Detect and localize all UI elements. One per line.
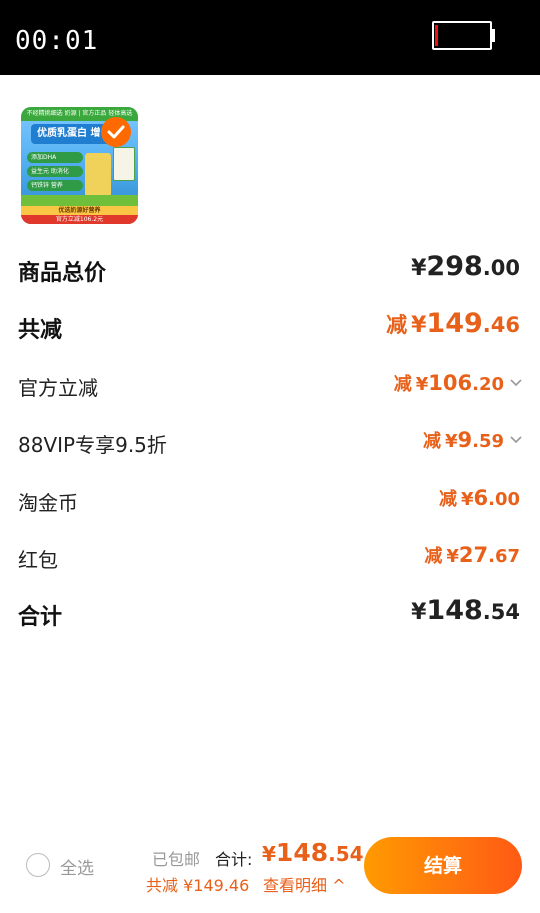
select-all-radio[interactable] [26, 853, 50, 877]
amount-integer: 106 [428, 371, 473, 395]
clock: 00:01 [15, 26, 99, 56]
amount-integer: 149 [426, 308, 483, 339]
amount-integer: 27 [458, 543, 489, 567]
amount-decimal: .00 [488, 489, 520, 510]
amount-decimal: .20 [472, 374, 504, 395]
price-row-label: 共减 [18, 318, 63, 343]
price-row-label: 合计 [18, 605, 63, 630]
price-row-label: 淘金币 [18, 491, 78, 515]
saved-amount: 共减 ¥149.46 [146, 876, 250, 895]
total-yen: ¥ [262, 842, 276, 866]
total-int: 148 [275, 838, 329, 867]
thumb-feature-3: 钙铁锌 营养 [27, 180, 83, 191]
currency-symbol: ¥ [411, 313, 427, 338]
battery-tip [492, 29, 495, 42]
price-row-amount: 减 ¥27.67 [424, 542, 520, 568]
selected-check-icon[interactable] [101, 117, 131, 147]
discount-prefix: 减 [386, 313, 408, 337]
price-row-label: 官方立减 [18, 376, 98, 400]
total-amount: ¥148.54 [262, 838, 364, 867]
price-row-amount: 减 ¥6.00 [439, 485, 520, 511]
view-details-link[interactable]: 查看明细 ^ [263, 872, 346, 896]
currency-symbol: ¥ [460, 489, 474, 510]
status-bar: 00:01 [0, 0, 540, 75]
thumb-feature-1: 添加DHA [27, 152, 83, 163]
free-shipping-label: 已包邮 [152, 850, 201, 869]
currency-symbol: ¥ [411, 600, 427, 625]
amount-decimal: .59 [472, 431, 504, 452]
amount-decimal: .00 [482, 256, 520, 280]
currency-symbol: ¥ [446, 546, 459, 567]
price-row-label: 红包 [18, 548, 58, 572]
chevron-down-icon[interactable] [510, 432, 522, 448]
currency-symbol: ¥ [415, 374, 429, 395]
amount-decimal: .54 [482, 600, 520, 624]
total-label: 合计: [215, 850, 253, 869]
price-row-amount: ¥298.00 [411, 251, 520, 282]
product-package-image [85, 153, 111, 197]
currency-symbol: ¥ [444, 431, 458, 452]
amount-integer: 6 [473, 486, 489, 510]
price-row-amount: ¥148.54 [411, 595, 520, 626]
discount-prefix: 减 [438, 489, 457, 510]
battery-icon [432, 21, 492, 50]
chevron-down-icon[interactable] [510, 375, 522, 391]
discount-prefix: 减 [424, 546, 443, 567]
discount-prefix: 减 [393, 374, 412, 395]
currency-symbol: ¥ [411, 256, 427, 281]
discount-prefix: 减 [422, 431, 441, 452]
amount-integer: 9 [457, 428, 473, 452]
price-row-amount: 减 ¥149.46 [386, 308, 520, 339]
product-box-image [113, 147, 135, 181]
thumb-feature-2: 益生元 助消化 [27, 166, 83, 177]
total-dec: .54 [328, 842, 364, 866]
amount-integer: 298 [426, 251, 483, 282]
price-row-label: 88VIP专享9.5折 [18, 433, 167, 457]
select-all-label[interactable]: 全选 [60, 854, 94, 879]
checkout-button[interactable]: 结算 [364, 837, 522, 894]
price-row-label: 商品总价 [18, 261, 107, 286]
amount-decimal: .67 [488, 546, 520, 567]
price-row-amount[interactable]: 减 ¥9.59 [423, 427, 522, 453]
amount-integer: 148 [426, 595, 483, 626]
thumb-promo-1: 优选奶源好营养 [21, 206, 138, 215]
thumb-promo-2: 官方立减106.2元 [21, 215, 138, 224]
price-row-amount[interactable]: 减 ¥106.20 [394, 370, 522, 396]
amount-decimal: .46 [482, 313, 520, 337]
